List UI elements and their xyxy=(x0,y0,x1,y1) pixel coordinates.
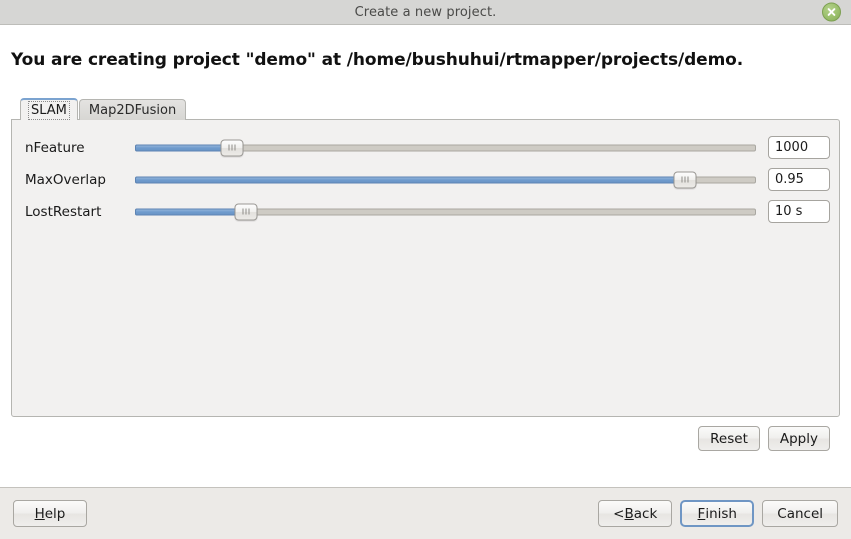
window-titlebar: Create a new project. xyxy=(0,0,851,25)
back-button[interactable]: < Back xyxy=(598,500,673,527)
tab-bar: SLAM Map2DFusion xyxy=(11,97,840,121)
value-input-lostrestart[interactable] xyxy=(768,200,830,224)
value-input-maxoverlap[interactable] xyxy=(768,168,830,192)
help-button[interactable]: Help xyxy=(13,500,87,527)
setting-row-maxoverlap: MaxOverlap xyxy=(12,166,839,193)
finish-label-post: inish xyxy=(705,505,737,522)
reset-button[interactable]: Reset xyxy=(698,426,760,452)
slider-handle[interactable] xyxy=(673,171,697,189)
slider-handle[interactable] xyxy=(220,139,244,157)
create-project-dialog: Create a new project. You are creating p… xyxy=(0,0,851,539)
finish-button[interactable]: Finish xyxy=(680,500,755,527)
slider-fill xyxy=(135,176,686,184)
close-icon[interactable] xyxy=(822,2,841,22)
dialog-body: You are creating project "demo" at /home… xyxy=(0,25,851,487)
cancel-button[interactable]: Cancel xyxy=(762,500,838,527)
window-title: Create a new project. xyxy=(354,4,497,20)
back-label-mnemonic: B xyxy=(624,505,634,522)
back-label-pre: < xyxy=(613,505,625,522)
slider-nfeature[interactable] xyxy=(135,137,756,159)
setting-row-lostrestart: LostRestart xyxy=(12,198,839,225)
tab-map2dfusion-label: Map2DFusion xyxy=(88,102,177,118)
slam-settings-panel: nFeature MaxOverlap xyxy=(11,119,840,418)
setting-label-lostrestart: LostRestart xyxy=(25,203,102,220)
page-title: You are creating project "demo" at /home… xyxy=(11,50,744,70)
panel-actions: Reset Apply xyxy=(11,426,840,452)
slider-handle[interactable] xyxy=(234,203,258,221)
tab-slam[interactable]: SLAM xyxy=(20,98,78,121)
slider-fill xyxy=(135,208,247,216)
setting-label-maxoverlap: MaxOverlap xyxy=(25,171,106,188)
slider-maxoverlap[interactable] xyxy=(135,169,756,191)
tab-map2dfusion[interactable]: Map2DFusion xyxy=(78,99,187,121)
slider-fill xyxy=(135,144,232,152)
footer-left-group: Help xyxy=(13,500,87,527)
help-label-mnemonic: H xyxy=(34,505,45,522)
setting-label-nfeature: nFeature xyxy=(25,139,85,156)
tab-slam-label: SLAM xyxy=(28,100,70,120)
setting-row-nfeature: nFeature xyxy=(12,134,839,161)
help-label-post: elp xyxy=(44,505,66,522)
apply-button[interactable]: Apply xyxy=(767,426,830,452)
back-label-post: ack xyxy=(633,505,658,522)
dialog-footer: Help < Back Finish Cancel xyxy=(0,487,851,539)
finish-label-mnemonic: F xyxy=(697,505,706,522)
slider-lostrestart[interactable] xyxy=(135,201,756,223)
value-input-nfeature[interactable] xyxy=(768,136,830,160)
footer-right-group: < Back Finish Cancel xyxy=(598,500,838,527)
